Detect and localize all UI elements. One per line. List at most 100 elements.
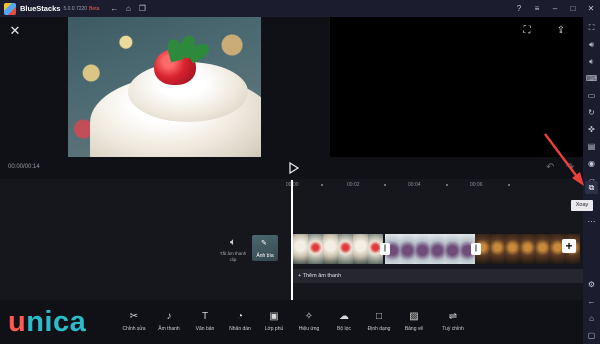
tool-label: Bộ lọc [337, 326, 351, 332]
ruler-tick: 00:02 [347, 182, 360, 188]
recent-apps-icon[interactable]: ▢ [585, 329, 598, 342]
minimize-icon[interactable]: – [546, 2, 564, 16]
screenshot-icon[interactable]: ▭ [585, 89, 598, 102]
bluestacks-window: BlueStacks 5.0.0.7220 Beta ← ⌂ ❐ ? ≡ – □… [0, 0, 600, 344]
back-icon[interactable]: ← [107, 2, 121, 16]
tool-text[interactable]: T Văn bản [189, 310, 221, 332]
playhead[interactable] [291, 180, 293, 300]
clip-thumbnail [353, 234, 368, 264]
preview-canvas: ⛶ ⇪ [330, 17, 583, 157]
rotate-screen-icon[interactable]: ⧉ [585, 181, 598, 194]
clip-thumbnail [415, 234, 430, 264]
transition-icon[interactable]: | [471, 243, 481, 255]
edit-cover-icon: ✎ [261, 240, 267, 247]
tool-effects[interactable]: ✧ Hiệu ứng [293, 310, 325, 332]
ruler-dot [321, 184, 323, 186]
ruler-dot [446, 184, 448, 186]
beta-badge: Beta [89, 5, 100, 12]
timecode: 00:00/00:14 [8, 164, 40, 170]
volume-down-icon[interactable]: 🔉︎ [585, 55, 598, 68]
clip-thumbnail [445, 234, 460, 264]
menu-icon[interactable]: ≡ [528, 2, 546, 16]
clip-thumbnail [308, 234, 323, 264]
clip-thumbnail [490, 234, 505, 264]
cover-button[interactable]: ✎ Ảnh bìa [252, 235, 278, 261]
ruler-tick: 00:06 [470, 182, 483, 188]
clip-thumbnail [520, 234, 535, 264]
sticker-icon: ◔ [236, 311, 244, 322]
bottom-toolbar: unica ✂ Chỉnh sửa ♪ Âm thanh T Văn bản ◔ Nhã… [0, 300, 583, 344]
home-nav-icon[interactable]: ⌂ [585, 312, 598, 325]
tool-label: Chỉnh sửa [122, 326, 146, 332]
volume-up-icon[interactable]: 🔊︎ [585, 38, 598, 51]
mute-clip-audio-button[interactable]: 🔈︎ Tắt âm thanh clip [218, 237, 248, 263]
close-icon[interactable]: ✕ [582, 2, 600, 16]
tool-edit[interactable]: ✂ Chỉnh sửa [118, 310, 150, 332]
ruler-dot [508, 184, 510, 186]
speaker-icon: 🔈︎ [230, 237, 236, 248]
keyboard-icon[interactable]: ⌨ [585, 72, 598, 85]
tool-label: Văn bản [195, 326, 215, 332]
tool-overlay[interactable]: ▣ Lớp phủ [258, 310, 290, 332]
multi-instance-icon[interactable]: ❐ [135, 2, 149, 16]
tool-label: Hiệu ứng [298, 326, 320, 332]
tool-filter[interactable]: ☁ Bộ lọc [328, 310, 360, 332]
unica-watermark-logo: unica [8, 306, 86, 339]
mute-label: Tắt âm thanh clip [219, 251, 247, 262]
ruler-dot [384, 184, 386, 186]
home-icon[interactable]: ⌂ [121, 2, 135, 16]
scissors-icon: ✂ [129, 311, 139, 322]
play-icon[interactable] [287, 162, 299, 174]
more-icon[interactable]: ⋯ [585, 215, 598, 228]
clip-thumbnail [430, 234, 445, 264]
tool-label: Tuỳ chỉnh [442, 326, 464, 332]
video-clips-track[interactable]: | | [293, 234, 583, 264]
cover-label: Ảnh bìa [256, 253, 274, 259]
fullscreen-icon[interactable]: ⛶ [521, 25, 533, 37]
maximize-icon[interactable]: □ [564, 2, 582, 16]
music-icon: ♪ [166, 311, 172, 322]
bluestacks-sidebar: ⛶ 🔊︎ 🔉︎ ⌨ ▭ ↻ ✜ ▤ ◉ ▱ ⧉ ⋯ ⚙ ← ⌂ ▢ [583, 17, 600, 344]
video-clip[interactable] [385, 234, 475, 264]
title-bar: BlueStacks 5.0.0.7220 Beta ← ⌂ ❐ ? ≡ – □… [0, 0, 600, 17]
tool-canvas[interactable]: ▨ Bảng vẽ [398, 310, 430, 332]
overlay-icon: ▣ [269, 311, 279, 322]
tooltip-rotate: Xoay [571, 200, 593, 211]
clip-thumbnail [323, 234, 338, 264]
unica-logo-rest: nica [26, 306, 87, 338]
tool-audio[interactable]: ♪ Âm thanh [153, 310, 185, 332]
camera-icon[interactable]: ◉ [585, 157, 598, 170]
format-icon: □ [375, 311, 383, 322]
undo-icon[interactable]: ↶ [546, 162, 554, 173]
redo-icon[interactable]: ↷ [566, 162, 574, 173]
gamepad-icon[interactable]: ✜ [585, 123, 598, 136]
app-name: BlueStacks [20, 4, 61, 13]
tool-sticker[interactable]: ◔ Nhãn dán [224, 310, 256, 332]
tool-label: Lớp phủ [264, 326, 284, 332]
rotate-icon[interactable]: ↻ [585, 106, 598, 119]
export-icon[interactable]: ⇪ [555, 25, 567, 37]
clip-thumbnail [338, 234, 353, 264]
settings-icon[interactable]: ⚙ [585, 278, 598, 291]
tool-adjust[interactable]: ⇌ Tuỳ chỉnh [437, 310, 469, 332]
back-nav-icon[interactable]: ← [585, 295, 598, 308]
clip-thumbnail [535, 234, 550, 264]
app-version: 5.0.0.7220 [63, 5, 88, 12]
ruler-tick: 00:04 [408, 182, 421, 188]
video-clip[interactable] [293, 234, 385, 264]
effects-icon: ✧ [304, 311, 314, 322]
text-icon: T [201, 311, 209, 322]
unica-logo-u: u [8, 306, 27, 338]
tool-format[interactable]: □ Định dạng [363, 310, 395, 332]
filter-icon: ☁ [339, 311, 349, 322]
add-clip-button[interactable]: + [562, 239, 576, 253]
tool-label: Định dạng [367, 326, 391, 332]
fullscreen-icon[interactable]: ⛶ [585, 21, 598, 34]
add-audio-button[interactable]: + Thêm âm thanh [293, 269, 583, 283]
tool-label: Nhãn dán [229, 326, 251, 332]
help-icon[interactable]: ? [510, 2, 528, 16]
transition-icon[interactable]: | [380, 243, 390, 255]
close-editor-icon[interactable]: ✕ [8, 24, 22, 38]
media-icon[interactable]: ▤ [585, 140, 598, 153]
bluestacks-logo-icon [4, 2, 16, 15]
